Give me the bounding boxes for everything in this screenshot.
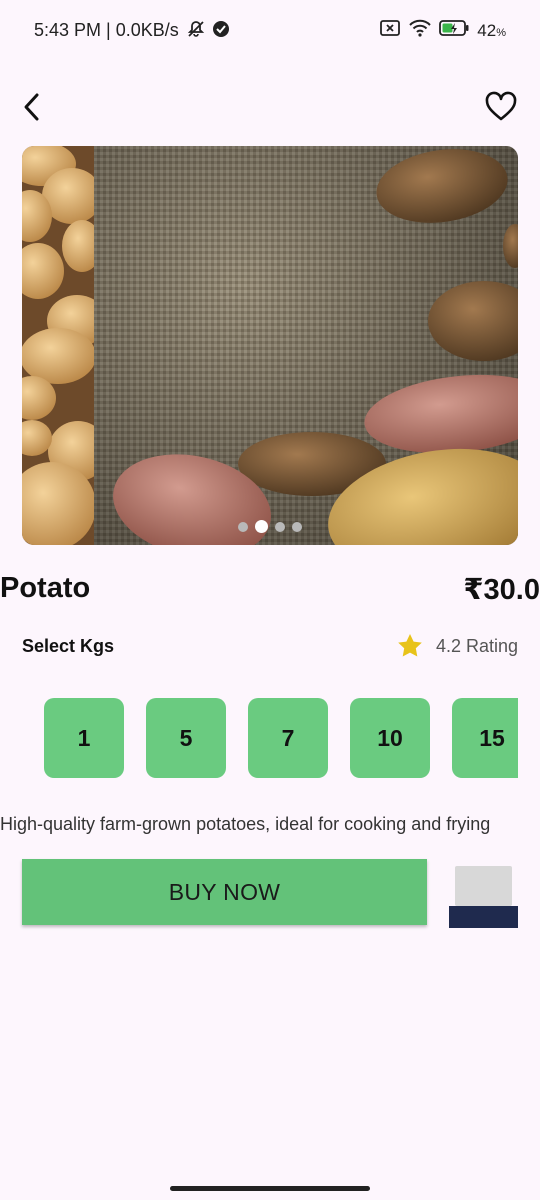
rating: 4.2 Rating	[396, 632, 518, 660]
status-time: 5:43 PM | 0.0KB/s	[34, 20, 179, 40]
kg-option-10[interactable]: 10	[350, 698, 430, 778]
battery-charging-icon	[439, 19, 469, 42]
favorite-button[interactable]	[484, 90, 518, 124]
heart-outline-icon	[485, 91, 517, 121]
carousel-dot[interactable]	[292, 521, 302, 532]
verified-check-icon	[212, 20, 230, 43]
back-button[interactable]	[18, 90, 48, 124]
product-description: High-quality farm-grown potatoes, ideal …	[0, 814, 491, 834]
carousel-dot[interactable]	[275, 521, 285, 532]
product-image-carousel[interactable]	[22, 146, 518, 545]
product-price: ₹30.0	[463, 574, 540, 606]
carousel-indicator	[22, 520, 518, 533]
buy-now-button[interactable]: BUY NOW	[22, 859, 427, 925]
cart-thumbnail-base	[449, 906, 518, 928]
product-detail-screen: 5:43 PM | 0.0KB/s 42% Potato ₹30.0 Selec…	[0, 0, 540, 1200]
home-indicator[interactable]	[170, 1186, 370, 1191]
cart-thumbnail-top	[455, 866, 512, 906]
bell-off-icon	[186, 19, 206, 44]
kg-option-5[interactable]: 5	[146, 698, 226, 778]
chevron-left-icon	[24, 93, 39, 121]
rating-text: 4.2 Rating	[435, 635, 518, 656]
carousel-dot-active[interactable]	[255, 520, 268, 533]
no-sim-icon	[379, 19, 401, 42]
star-icon	[398, 634, 422, 657]
wifi-icon	[409, 19, 432, 42]
kg-option-7[interactable]: 7	[248, 698, 328, 778]
status-icons-right: 42%	[379, 19, 506, 42]
status-bar: 5:43 PM | 0.0KB/s 42%	[0, 0, 540, 60]
select-kgs-label: Select Kgs	[22, 636, 115, 656]
product-name: Potato	[0, 572, 91, 604]
cart-thumbnail[interactable]	[449, 866, 518, 928]
kg-options: 1 5 7 10 15	[44, 698, 518, 778]
status-icons-left	[186, 19, 230, 44]
kg-option-1[interactable]: 1	[44, 698, 124, 778]
battery-percent: 42%	[477, 20, 506, 40]
product-image	[22, 146, 518, 545]
carousel-dot[interactable]	[238, 521, 248, 532]
kg-option-15[interactable]: 15	[452, 698, 518, 778]
